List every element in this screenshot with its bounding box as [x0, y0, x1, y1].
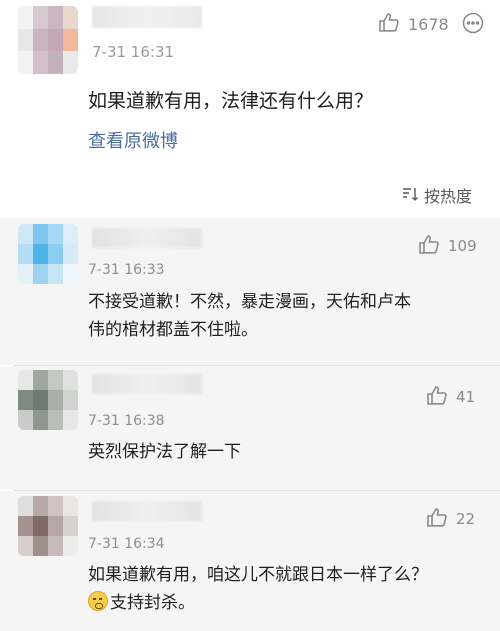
comment-text-line: 如果道歉有用，咱这儿不就跟日本一样了么？: [88, 565, 428, 585]
like-count: 1678: [408, 14, 449, 34]
thumbs-up-icon: [426, 507, 448, 531]
sort-by-hot-button[interactable]: 按热度: [402, 183, 472, 207]
comment-text: 英烈保护法了解一下: [88, 442, 241, 462]
avatar-mosaic-cell: [48, 516, 63, 536]
avatar-mosaic-cell: [33, 6, 48, 29]
avatar-mosaic-cell: [18, 496, 33, 516]
avatar-mosaic-cell: [48, 6, 63, 29]
avatar-mosaic-cell: [18, 28, 33, 52]
comment-text-line: 支持封杀。: [88, 589, 488, 617]
more-button[interactable]: [462, 12, 484, 38]
avatar-mosaic-cell: [18, 264, 33, 284]
comment-item: 7-31 16:34 22 如果道歉有用，咱这儿不就跟日本一样了么？ 支持封杀。: [0, 491, 500, 631]
avatar-mosaic-cell: [63, 536, 78, 556]
avatar-mosaic-cell: [48, 496, 63, 516]
thumbs-up-icon: [418, 234, 440, 258]
like-count: 41: [456, 388, 476, 406]
more-icon: [462, 12, 484, 38]
post-timestamp: 7-31 16:31: [92, 43, 175, 61]
avatar-mosaic-cell: [48, 244, 63, 264]
avatar-mosaic-cell: [63, 496, 78, 516]
like-button[interactable]: 22: [426, 507, 475, 531]
avatar[interactable]: [18, 224, 78, 284]
avatar-mosaic-cell: [18, 536, 33, 556]
avatar-mosaic-cell: [48, 264, 63, 284]
weibo-post: 7-31 16:31 1678 如果道歉有用，法律还有什么用？ 查看原微博 按热…: [0, 0, 500, 218]
avatar-mosaic-cell: [48, 370, 63, 390]
avatar-mosaic-cell: [63, 264, 78, 284]
comment-timestamp: 7-31 16:34: [88, 536, 165, 552]
avatar-mosaic-cell: [18, 6, 33, 29]
comment-timestamp: 7-31 16:33: [88, 262, 165, 278]
avatar-mosaic-cell: [33, 536, 48, 556]
avatar-mosaic-cell: [63, 6, 78, 29]
avatar-mosaic-cell: [33, 51, 48, 74]
avatar-mosaic-cell: [18, 244, 33, 264]
comment-text: 不接受道歉！不然，暴走漫画，天佑和卢本伟的棺材都盖不住啦。: [88, 292, 411, 340]
avatar-mosaic-cell: [63, 51, 78, 74]
comment-timestamp: 7-31 16:38: [88, 413, 165, 429]
avatar-mosaic-cell: [48, 390, 63, 410]
avatar-mosaic-cell: [48, 51, 63, 74]
like-count: 22: [456, 510, 476, 528]
avatar-mosaic-cell: [63, 410, 78, 430]
like-button[interactable]: 1678: [378, 12, 449, 36]
avatar-mosaic-cell: [63, 390, 78, 410]
avatar-mosaic-cell: [63, 244, 78, 264]
comment-text: 如果道歉有用，咱这儿不就跟日本一样了么？ 支持封杀。: [88, 561, 488, 617]
avatar-mosaic-cell: [18, 410, 33, 430]
avatar-mosaic-cell: [18, 390, 33, 410]
comment-item: 7-31 16:33 109 不接受道歉！不然，暴走漫画，天佑和卢本伟的棺材都盖…: [0, 218, 500, 365]
avatar-mosaic-cell: [18, 51, 33, 74]
sort-label: 按热度: [424, 187, 473, 206]
avatar-mosaic-cell: [48, 224, 63, 244]
like-count: 109: [448, 237, 477, 255]
avatar-mosaic-cell: [33, 410, 48, 430]
avatar-mosaic-cell: [33, 28, 48, 52]
comment-text-fragment: 支持封杀。: [110, 593, 195, 613]
avatar-mosaic-cell: [18, 370, 33, 390]
avatar-mosaic-cell: [33, 496, 48, 516]
emoji-icon: [88, 591, 108, 611]
avatar[interactable]: [18, 6, 78, 74]
blurred-username[interactable]: [92, 6, 202, 28]
avatar[interactable]: [18, 496, 78, 556]
avatar-mosaic-cell: [33, 244, 48, 264]
view-original-link[interactable]: 查看原微博: [88, 127, 178, 153]
sort-icon: [402, 186, 420, 205]
avatar-mosaic-cell: [48, 536, 63, 556]
avatar-mosaic-cell: [33, 264, 48, 284]
post-text: 如果道歉有用，法律还有什么用？: [88, 90, 374, 112]
avatar[interactable]: [18, 370, 78, 430]
avatar-mosaic-cell: [33, 516, 48, 536]
avatar-mosaic-cell: [18, 224, 33, 244]
blurred-username[interactable]: [92, 374, 202, 394]
avatar-mosaic-cell: [18, 516, 33, 536]
blurred-username[interactable]: [92, 228, 202, 248]
avatar-mosaic-cell: [63, 224, 78, 244]
avatar-mosaic-cell: [33, 224, 48, 244]
avatar-mosaic-cell: [33, 370, 48, 390]
comment-item: 7-31 16:38 41 英烈保护法了解一下: [0, 366, 500, 490]
thumbs-up-icon: [378, 12, 400, 36]
avatar-mosaic-cell: [33, 390, 48, 410]
like-button[interactable]: 41: [426, 385, 475, 409]
avatar-mosaic-cell: [63, 370, 78, 390]
avatar-mosaic-cell: [48, 410, 63, 430]
avatar-mosaic-cell: [48, 28, 63, 52]
blurred-username[interactable]: [92, 501, 202, 521]
avatar-mosaic-cell: [63, 28, 78, 52]
thumbs-up-icon: [426, 385, 448, 409]
avatar-mosaic-cell: [63, 516, 78, 536]
like-button[interactable]: 109: [418, 234, 477, 258]
